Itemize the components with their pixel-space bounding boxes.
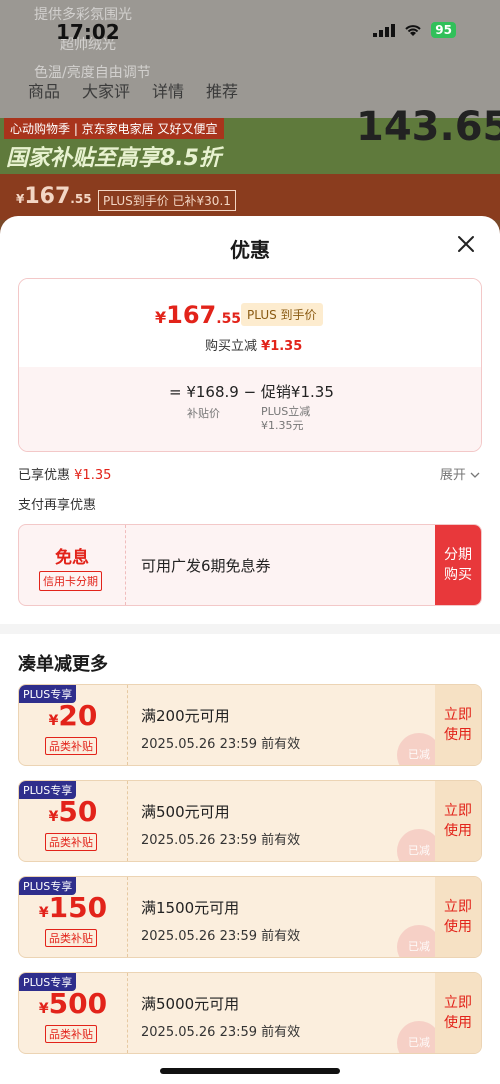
tab-reviews: 大家评	[82, 82, 131, 101]
price-card: ¥167.55 PLUS 到手价 购买立减 ¥1.35 = ¥168.9 − 促…	[18, 278, 482, 452]
coupon-category-tag: 品类补贴	[45, 929, 97, 947]
interest-free-label: 免息	[55, 548, 89, 568]
close-icon[interactable]	[456, 234, 476, 254]
coupon-ticket: PLUS专享 ¥20 品类补贴 满200元可用 2025.05.26 23:59…	[18, 684, 482, 766]
subsidy-price-label: 补贴价	[187, 407, 220, 420]
coupon-valid-date: 2025.05.26 23:59 前有效	[141, 737, 301, 752]
background-price: ¥167.55	[16, 184, 92, 209]
credit-card-installment-tag: 信用卡分期	[39, 571, 102, 591]
tab-recommend: 推荐	[206, 82, 239, 101]
installment-buy-button[interactable]: 分期 购买	[435, 525, 481, 605]
price-card-top: ¥167.55 PLUS 到手价 购买立减 ¥1.35	[19, 279, 481, 367]
status-icons: 95	[373, 22, 456, 38]
coupon-ticket: PLUS专享 ¥500 品类补贴 满5000元可用 2025.05.26 23:…	[18, 972, 482, 1054]
battery-indicator: 95	[431, 22, 456, 38]
coupon-ticket-left: PLUS专享 ¥50 品类补贴	[19, 781, 128, 861]
coupon-condition: 满1500元可用	[141, 899, 240, 917]
coupon-amount: ¥150	[38, 891, 108, 924]
coupon-ticket-left: PLUS专享 ¥150 品类补贴	[19, 877, 128, 957]
use-now-button[interactable]: 立即 使用	[435, 973, 481, 1053]
use-now-button[interactable]: 立即 使用	[435, 781, 481, 861]
signal-icon	[373, 23, 396, 37]
tab-details: 详情	[152, 82, 185, 101]
coupon-ticket-left: PLUS专享 ¥20 品类补贴	[19, 685, 128, 765]
background-big-price: 143.65	[356, 104, 500, 150]
expand-toggle[interactable]: 展开	[440, 464, 480, 483]
coupon-amount: ¥20	[48, 699, 98, 732]
more-discount-title: 凑单减更多	[18, 654, 108, 675]
final-price: ¥167.55	[155, 301, 242, 329]
wifi-icon	[405, 25, 421, 36]
use-now-button[interactable]: 立即 使用	[435, 685, 481, 765]
tab-product: 商品	[28, 82, 61, 101]
coupon-valid-date: 2025.05.26 23:59 前有效	[141, 929, 301, 944]
chevron-down-icon	[470, 472, 480, 478]
coupon-condition: 满5000元可用	[141, 995, 240, 1013]
coupon-ticket: PLUS专享 ¥150 品类补贴 满1500元可用 2025.05.26 23:…	[18, 876, 482, 958]
coupon-amount: ¥500	[38, 987, 108, 1020]
pay-discount-title: 支付再享优惠	[18, 498, 97, 513]
discount-sheet: 优惠 ¥167.55 PLUS 到手价 购买立减 ¥1.35 = ¥168.9 …	[0, 216, 500, 1084]
coupon-category-tag: 品类补贴	[45, 737, 97, 755]
price-breakdown: = ¥168.9 − 促销¥1.35 补贴价 PLUS立减 ¥1.35元	[19, 367, 481, 451]
product-tabs: 商品 大家评 详情 推荐	[28, 78, 238, 102]
coupon-category-tag: 品类补贴	[45, 833, 97, 851]
installment-coupon-left: 免息 信用卡分期	[19, 525, 126, 605]
enjoyed-discount: 已享优惠 ¥1.35	[18, 468, 112, 483]
installment-coupon: 免息 信用卡分期 可用广发6期免息券 分期 购买	[18, 524, 482, 606]
instant-reduce: 购买立减 ¥1.35	[205, 339, 303, 354]
coupon-valid-date: 2025.05.26 23:59 前有效	[141, 833, 301, 848]
use-now-button[interactable]: 立即 使用	[435, 877, 481, 957]
home-indicator[interactable]	[160, 1068, 340, 1074]
promo-tag: 心动购物季 | 京东家电家居 又好又便宜	[4, 118, 224, 139]
plus-price-badge: PLUS 到手价	[241, 303, 323, 326]
installment-coupon-desc: 可用广发6期免息券	[141, 557, 271, 575]
plus-reduce-label: PLUS立减 ¥1.35元	[261, 405, 311, 432]
coupon-ticket: PLUS专享 ¥50 品类补贴 满500元可用 2025.05.26 23:59…	[18, 780, 482, 862]
section-divider	[0, 624, 500, 634]
coupon-amount: ¥50	[48, 795, 98, 828]
coupon-ticket-left: PLUS专享 ¥500 品类补贴	[19, 973, 128, 1053]
background-plus-label: PLUS到手价 已补¥30.1	[98, 190, 236, 211]
coupon-condition: 满500元可用	[141, 803, 230, 821]
sheet-title: 优惠	[230, 238, 270, 262]
status-time: 17:02	[56, 20, 120, 44]
coupon-category-tag: 品类补贴	[45, 1025, 97, 1043]
coupon-condition: 满200元可用	[141, 707, 230, 725]
price-formula: = ¥168.9 − 促销¥1.35	[169, 383, 334, 401]
promo-title: 国家补贴至高享8.5折	[6, 146, 221, 171]
coupon-valid-date: 2025.05.26 23:59 前有效	[141, 1025, 301, 1040]
